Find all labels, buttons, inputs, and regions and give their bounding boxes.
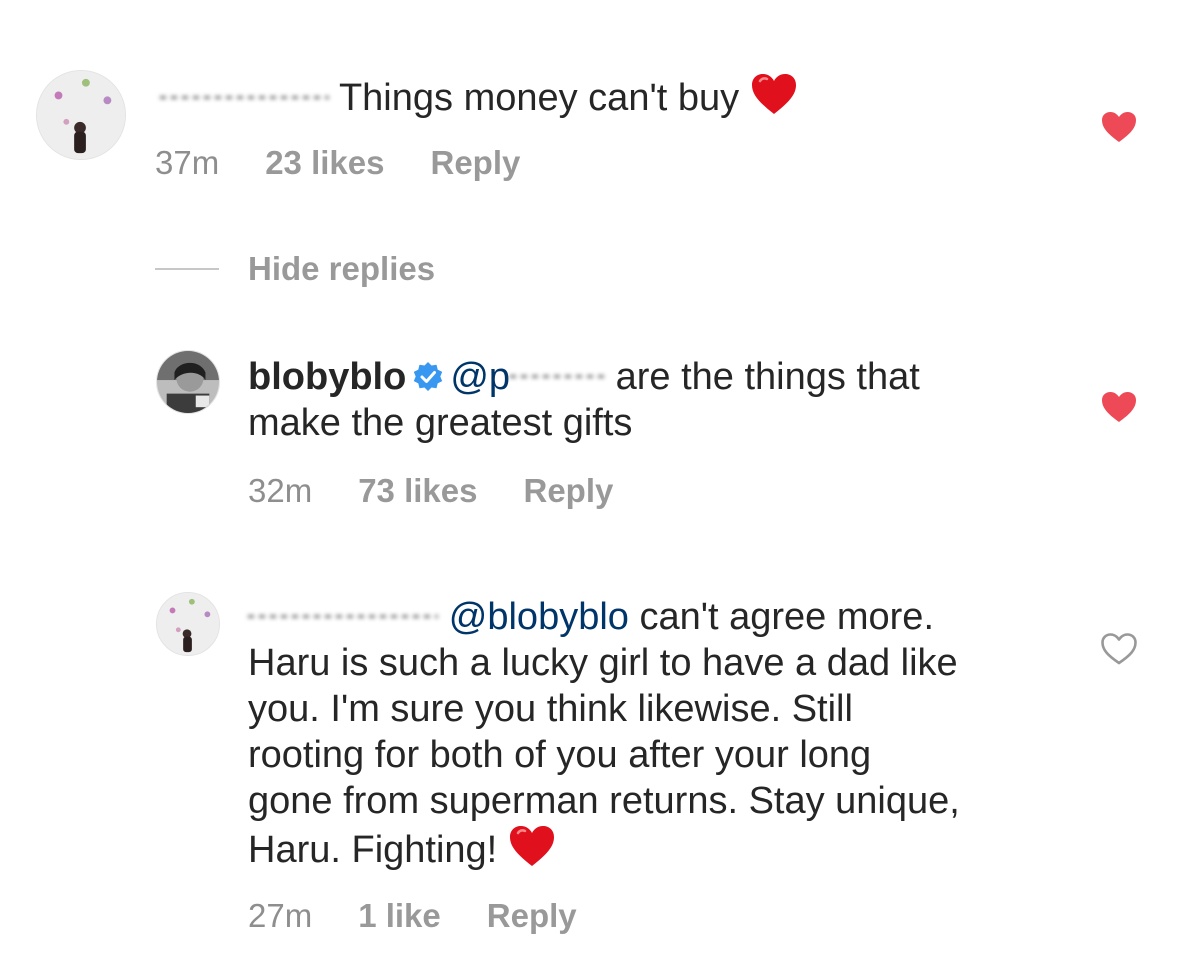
avatar-image [37, 71, 125, 159]
like-heart-icon[interactable] [1100, 110, 1138, 149]
reply-button[interactable]: Reply [430, 144, 520, 181]
mention-link[interactable]: @p [450, 356, 510, 398]
timestamp: 32m [248, 472, 313, 509]
comment-body: Things money can't buy [338, 77, 740, 119]
comment-body-line: are the things that [615, 356, 920, 398]
red-heart-emoji-icon [750, 72, 798, 127]
avatar[interactable] [156, 350, 220, 414]
timestamp: 37m [155, 144, 220, 181]
red-heart-emoji-icon [508, 824, 556, 879]
username-link[interactable]: blobyblo [248, 356, 406, 398]
hide-replies-button[interactable]: Hide replies [248, 249, 435, 289]
avatar-image [157, 593, 219, 655]
comment-text: xxxxxxxxx @blobyblo can't agree more. Ha… [248, 594, 960, 879]
replies-divider [155, 268, 219, 270]
reply-button[interactable]: Reply [523, 472, 613, 509]
likes-count[interactable]: 1 like [358, 897, 441, 934]
comment-body-line: Haru. Fighting! [248, 829, 498, 871]
username-redacted[interactable]: xxxxxxxxx [248, 594, 439, 640]
comment-body-line: you. I'm sure you think likewise. Still [248, 688, 853, 730]
verified-badge-icon [412, 358, 444, 391]
comment-text: blobyblo @pxxxxx are the things that make… [248, 354, 920, 446]
comment-body-line: gone from superman returns. Stay unique, [248, 780, 960, 822]
avatar[interactable] [156, 592, 220, 656]
comment-text: xxxxxxxx Things money can't buy [160, 72, 798, 127]
avatar[interactable] [36, 70, 126, 160]
like-heart-icon[interactable] [1100, 390, 1138, 429]
comment-body-line: rooting for both of you after your long [248, 734, 872, 776]
comment-meta: 27m 1 like Reply [248, 896, 623, 936]
comment-body-line: Haru is such a lucky girl to have a dad … [248, 642, 958, 684]
comment-meta: 37m 23 likes Reply [155, 143, 566, 183]
comment-body-line: make the greatest gifts [248, 402, 633, 444]
timestamp: 27m [248, 897, 313, 934]
like-heart-outline-icon[interactable] [1100, 632, 1138, 671]
likes-count[interactable]: 73 likes [358, 472, 477, 509]
likes-count[interactable]: 23 likes [265, 144, 384, 181]
avatar-image [157, 351, 219, 413]
username-redacted[interactable]: xxxxxxxx [160, 75, 330, 121]
mention-link[interactable]: @blobyblo [449, 596, 629, 638]
comment-meta: 32m 73 likes Reply [248, 471, 659, 511]
comment-body-line: can't agree more. [639, 596, 935, 638]
mention-redacted: xxxxx [510, 354, 606, 400]
reply-button[interactable]: Reply [487, 897, 577, 934]
